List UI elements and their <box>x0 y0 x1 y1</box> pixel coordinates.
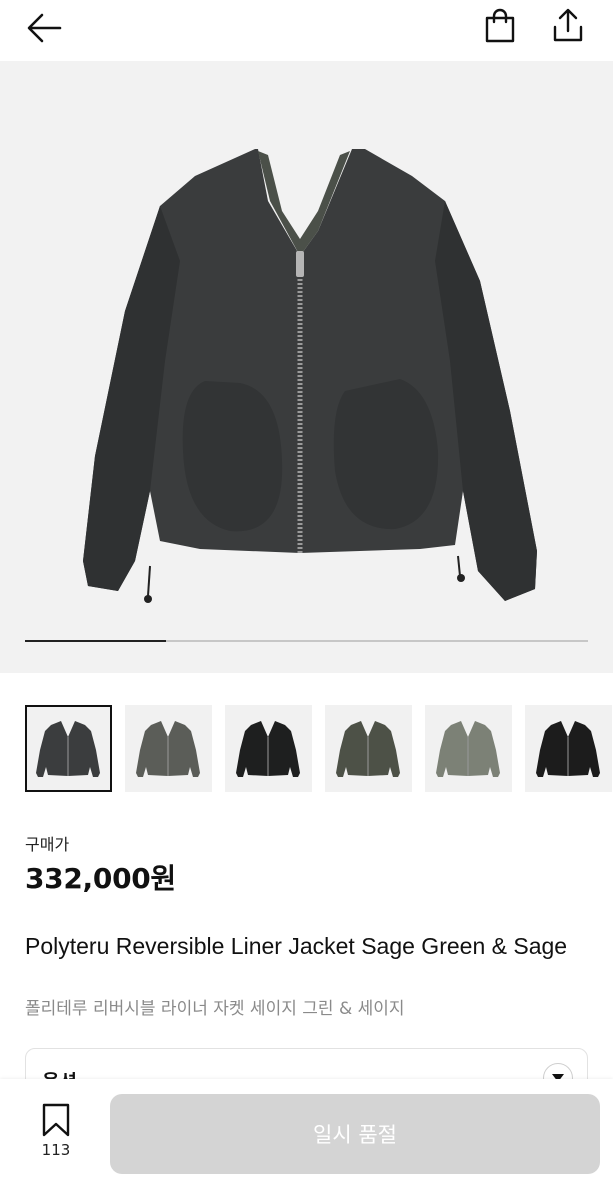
thumbnail-image <box>436 721 500 777</box>
thumbnail-4[interactable] <box>325 705 412 792</box>
arrow-left-icon <box>27 13 62 43</box>
thumbnail-5[interactable] <box>425 705 512 792</box>
product-image-carousel[interactable] <box>0 61 613 673</box>
thumbnail-image <box>136 721 200 777</box>
thumbnail-image <box>36 721 100 777</box>
thumbnail-image <box>336 721 400 777</box>
bottom-action-bar: 113 일시 품절 <box>0 1079 613 1200</box>
bookmark-icon <box>42 1103 70 1137</box>
thumbnail-1[interactable] <box>25 705 112 792</box>
bookmark-button[interactable]: 113 <box>30 1103 82 1163</box>
sold-out-button[interactable]: 일시 품절 <box>110 1094 600 1174</box>
product-photo <box>83 149 537 603</box>
thumbnail-3[interactable] <box>225 705 312 792</box>
top-bar <box>0 0 613 56</box>
thumbnail-image <box>536 721 600 777</box>
product-title: Polyteru Reversible Liner Jacket Sage Gr… <box>25 933 568 959</box>
price-value: 332,000원 <box>25 862 176 895</box>
share-icon <box>553 8 583 42</box>
back-button[interactable] <box>22 8 66 48</box>
product-subtitle: 폴리테루 리버시블 라이너 자켓 세이지 그린 & 세이지 <box>25 999 405 1019</box>
gallery-progress-indicator <box>25 640 166 642</box>
share-button[interactable] <box>546 5 590 45</box>
thumbnail-6[interactable] <box>525 705 612 792</box>
gallery-progress-track <box>25 640 588 642</box>
shopping-bag-icon <box>485 8 515 43</box>
price-label: 구매가 <box>25 835 70 854</box>
thumbnail-2[interactable] <box>125 705 212 792</box>
thumbnail-image <box>236 721 300 777</box>
bookmark-count: 113 <box>41 1141 71 1159</box>
thumbnail-strip <box>25 705 613 792</box>
shopping-bag-button[interactable] <box>478 6 522 46</box>
